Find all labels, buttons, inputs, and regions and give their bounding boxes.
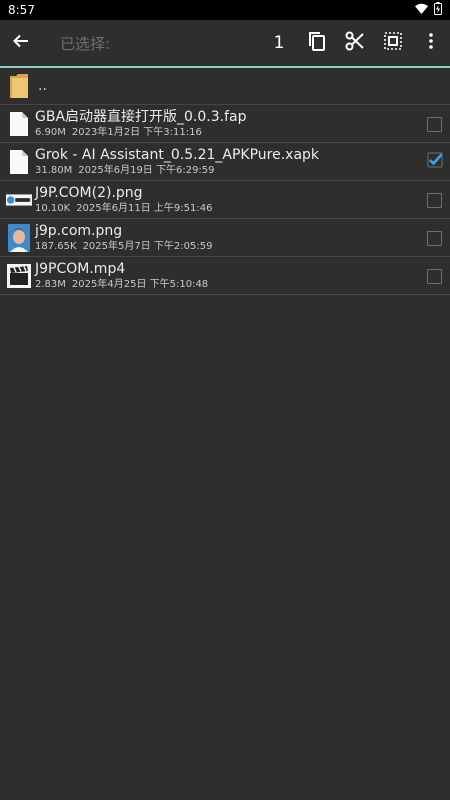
file-date: 2025年4月25日 下午5:10:48	[71, 278, 209, 290]
file-size: 2.83M	[35, 278, 66, 290]
file-row[interactable]: J9PCOM.mp4 2.83M 2025年4月25日 下午5:10:48	[0, 257, 450, 295]
file-row[interactable]: J9P.COM(2).png 10.10K 2025年6月11日 上午9:51:4…	[0, 181, 450, 219]
file-checkbox-checked[interactable]	[427, 152, 443, 168]
folder-icon	[6, 71, 32, 101]
wifi-icon	[415, 3, 428, 17]
photo-thumbnail-icon	[6, 223, 32, 253]
video-clapper-icon	[6, 261, 32, 291]
copy-button[interactable]	[298, 20, 336, 66]
file-name: J9PCOM.mp4	[35, 260, 126, 277]
back-arrow-icon	[12, 32, 30, 54]
file-row[interactable]: Grok - AI Assistant_0.5.21_APKPure.xapk …	[0, 143, 450, 181]
more-vert-icon	[429, 33, 433, 53]
file-name: Grok - AI Assistant_0.5.21_APKPure.xapk	[35, 146, 320, 163]
more-options-button[interactable]	[412, 20, 450, 66]
selected-count: 1	[273, 33, 285, 53]
file-row[interactable]: GBA启动器直接打开版_0.0.3.fap 6.90M 2023年1月2日 下午3…	[0, 105, 450, 143]
parent-directory-label: ..	[38, 78, 47, 94]
cut-icon	[345, 31, 365, 55]
file-date: 2025年6月19日 下午6:29:59	[78, 164, 215, 176]
file-name: j9p.com.png	[35, 222, 123, 239]
file-checkbox[interactable]	[427, 117, 442, 132]
parent-directory-row[interactable]: ..	[0, 68, 450, 105]
document-file-icon	[6, 109, 32, 139]
status-bar: 8:57	[0, 0, 450, 20]
file-name: GBA启动器直接打开版_0.0.3.fap	[35, 108, 247, 125]
file-size: 31.80M	[35, 164, 73, 176]
select-all-button[interactable]	[374, 20, 412, 66]
file-size: 187.65K	[35, 240, 77, 252]
cut-button[interactable]	[336, 20, 374, 66]
file-list: .. GBA启动器直接打开版_0.0.3.fap 6.90M 2023年1月2日 …	[0, 68, 450, 295]
file-checkbox[interactable]	[427, 269, 442, 284]
file-checkbox[interactable]	[427, 193, 442, 208]
selection-title: 已选择:	[60, 34, 111, 53]
file-date: 2025年6月11日 上午9:51:46	[76, 202, 213, 214]
file-row[interactable]: j9p.com.png 187.65K 2025年5月7日 下午2:05:59	[0, 219, 450, 257]
file-date: 2025年5月7日 下午2:05:59	[82, 240, 213, 252]
file-name: J9P.COM(2).png	[35, 184, 143, 201]
image-thumbnail-icon	[6, 185, 32, 215]
select-all-icon	[384, 32, 402, 54]
selection-toolbar: 已选择: 1	[0, 20, 450, 66]
file-size: 6.90M	[35, 126, 66, 138]
file-date: 2023年1月2日 下午3:11:16	[71, 126, 202, 138]
back-button[interactable]	[0, 20, 42, 66]
status-time: 8:57	[8, 3, 35, 17]
file-checkbox[interactable]	[427, 231, 442, 246]
copy-icon	[308, 31, 326, 55]
battery-icon	[434, 2, 442, 18]
document-file-icon	[6, 147, 32, 177]
file-size: 10.10K	[35, 202, 71, 214]
